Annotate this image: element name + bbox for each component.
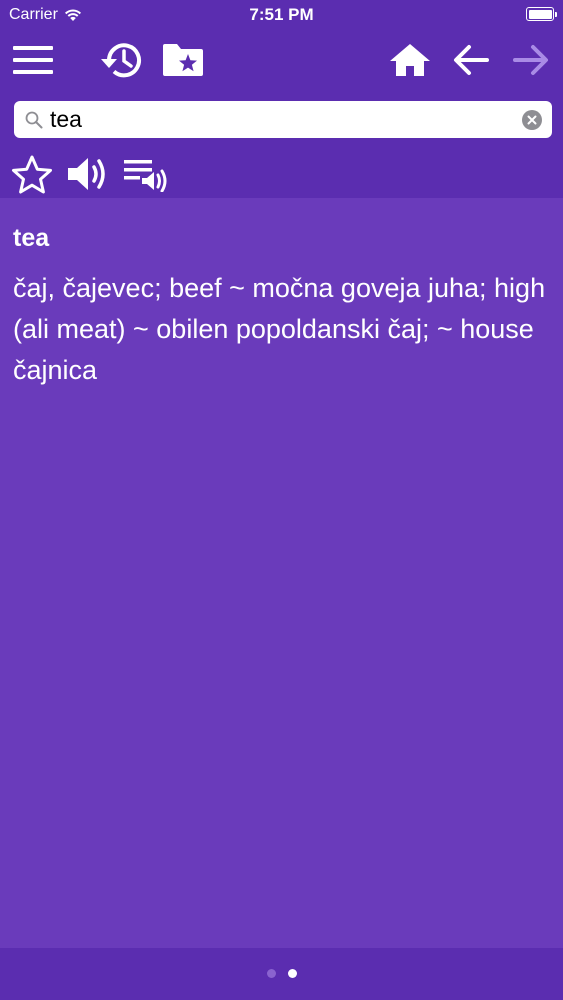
forward-arrow-icon xyxy=(513,45,548,75)
page-dots xyxy=(0,969,563,978)
home-button[interactable] xyxy=(386,34,434,86)
page-dot-1[interactable] xyxy=(266,969,276,978)
forward-button[interactable] xyxy=(507,34,555,86)
status-bar: Carrier 7:51 PM xyxy=(0,0,563,30)
entry-headword: tea xyxy=(13,224,50,252)
favorites-folder-icon xyxy=(163,44,203,76)
entry-definition: čaj, čajevec; beef ~ močna goveja juha; … xyxy=(13,273,546,385)
menu-icon xyxy=(13,46,53,74)
header: Carrier 7:51 PM xyxy=(0,0,563,198)
back-button[interactable] xyxy=(447,34,495,86)
battery-icon xyxy=(526,7,557,21)
home-icon xyxy=(390,44,430,76)
favorite-button[interactable] xyxy=(8,152,56,196)
favorites-folder-button[interactable] xyxy=(159,34,207,86)
search-input[interactable] xyxy=(50,101,520,138)
close-icon xyxy=(527,115,537,125)
status-time: 7:51 PM xyxy=(249,5,314,24)
back-arrow-icon xyxy=(454,45,489,75)
entry-actions xyxy=(0,152,563,198)
entry-content: tea čaj, čajevec; beef ~ močna goveja ju… xyxy=(0,198,563,948)
speaker-icon xyxy=(68,158,105,190)
search-icon xyxy=(25,111,43,129)
toolbar xyxy=(0,34,563,88)
history-button[interactable] xyxy=(98,34,146,86)
menu-button[interactable] xyxy=(9,34,57,86)
search-bar xyxy=(14,101,552,138)
playlist-audio-icon xyxy=(124,160,167,192)
page-dot-2[interactable] xyxy=(287,969,297,978)
play-all-button[interactable] xyxy=(122,152,170,196)
page-indicator-bar xyxy=(0,948,563,1000)
clear-search-button[interactable] xyxy=(522,110,542,130)
star-icon xyxy=(12,155,52,194)
pronounce-button[interactable] xyxy=(64,152,112,196)
history-icon xyxy=(101,43,141,78)
